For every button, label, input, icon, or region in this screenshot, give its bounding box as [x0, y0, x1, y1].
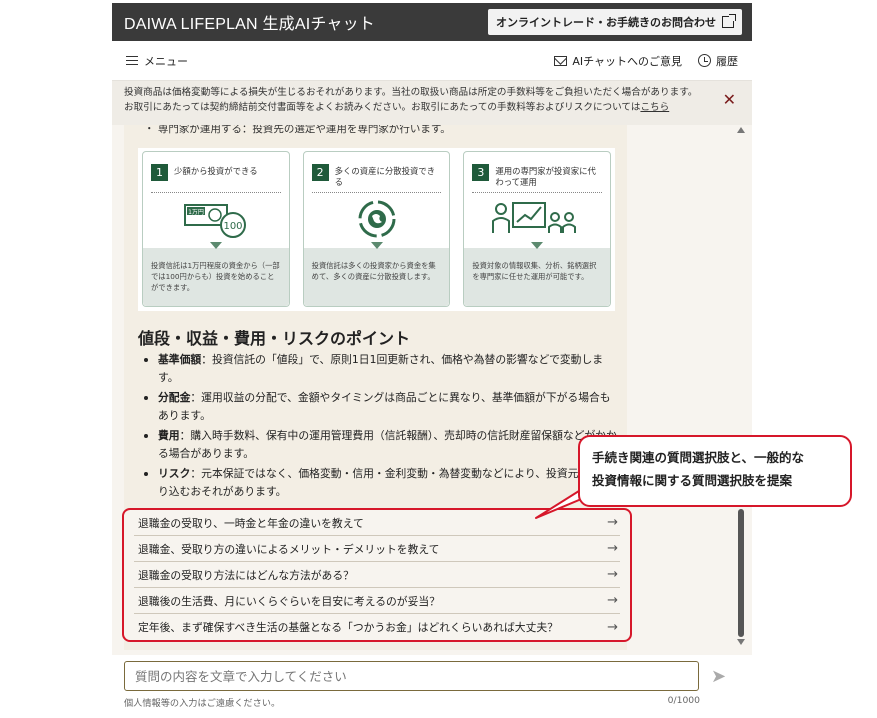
suggested-question[interactable]: 退職金の受取り、一時金と年金の違いを教えて →	[134, 510, 620, 536]
feedback-label: AIチャットへのご意見	[572, 54, 682, 68]
partial-line: ・ 専門家が運用する：投資先の選定や運用を専門家が行います。	[144, 125, 451, 135]
card-description: 投資信託は多くの投資家から資金を集めて、多くの資産に分散投資します。	[303, 242, 450, 306]
card-description: 投資対象の情報収集、分析、銘柄選択を専門家に任せた運用が可能です。	[464, 242, 611, 306]
arrow-right-icon: →	[607, 593, 618, 608]
suggested-questions: 退職金の受取り、一時金と年金の違いを教えて → 退職金、受取り方の違いによるメリッ…	[122, 508, 632, 642]
section-title: 値段・収益・費用・リスクのポイント	[138, 329, 411, 348]
history-label: 履歴	[716, 54, 738, 68]
suggested-question[interactable]: 退職後の生活費、月にいくらぐらいを目安に考えるのが妥当？ →	[134, 588, 620, 614]
money-icon: 1万円 100	[143, 193, 289, 245]
point-term: 基準価額	[158, 353, 202, 366]
send-icon[interactable]: ➤	[711, 666, 726, 687]
feature-cards: 1 少額から投資ができる 1万円 100 投資信託は1万円程度の資金から（一部で…	[138, 148, 615, 311]
history-button[interactable]: 履歴	[698, 53, 738, 69]
feedback-button[interactable]: AIチャットへのご意見	[554, 53, 682, 69]
mail-icon	[554, 55, 568, 66]
online-trade-label: オンライントレード・お手続きのお問合わせ	[496, 16, 716, 29]
scroll-up-icon[interactable]	[737, 127, 745, 133]
scroll-down-icon[interactable]	[737, 639, 745, 645]
notice-line-2: お取引にあたっては契約締結前交付書面等をよくお読みください。お取引にあたっての手…	[124, 102, 641, 113]
point-text: ：投資信託の「値段」で、原則1日1回更新され、価格や為替の影響などで変動します。	[158, 353, 604, 384]
list-item: 基準価額：投資信託の「値段」で、原則1日1回更新され、価格や為替の影響などで変動…	[138, 351, 618, 387]
top-bar: DAIWA LIFEPLAN 生成AIチャット オンライントレード・お手続きのお…	[112, 3, 752, 41]
char-count: 0/1000	[667, 695, 700, 706]
question-text: 退職後の生活費、月にいくらぐらいを目安に考えるのが妥当？	[138, 594, 440, 608]
point-text: ：運用収益の分配で、金額やタイミングは商品ごとに異なり、基準価額が下がる場合もあ…	[158, 391, 611, 422]
card-number: 1	[151, 164, 168, 181]
callout-line-1: 手続き関連の質問選択肢と、一般的な	[592, 450, 805, 465]
arrow-right-icon: →	[607, 541, 618, 556]
suggested-question[interactable]: 退職金、受取り方の違いによるメリット・デメリットを教えて →	[134, 536, 620, 562]
point-term: 分配金	[158, 391, 191, 404]
chat-app: DAIWA LIFEPLAN 生成AIチャット オンライントレード・お手続きのお…	[112, 3, 752, 718]
external-link-icon	[722, 14, 736, 28]
callout-line-2: 投資情報に関する質問選択肢を提案	[592, 473, 793, 488]
card-description: 投資信託は1万円程度の資金から（一部では100円からも）投資を始めることができま…	[143, 242, 289, 306]
point-term: リスク	[158, 467, 191, 480]
card-title: 運用の専門家が投資家に代わって運用	[495, 166, 596, 187]
arrow-right-icon: →	[607, 515, 618, 530]
input-bar: ➤ 個人情報等の入力はご遠慮ください。 0/1000	[112, 655, 752, 718]
close-icon[interactable]: ✕	[723, 92, 736, 108]
input-hint: 個人情報等の入力はご遠慮ください。	[124, 698, 281, 709]
bill-label: 1万円	[188, 209, 204, 216]
notice-link[interactable]: こちら	[640, 102, 669, 113]
point-text: ：元本保証ではなく、価格変動・信用・金利変動・為替変動などにより、投資元本を割り…	[158, 467, 611, 498]
question-text: 退職金、受取り方の違いによるメリット・デメリットを教えて	[138, 542, 440, 556]
point-term: 費用	[158, 429, 180, 442]
globe-diversify-icon	[304, 193, 450, 245]
question-text: 退職金の受取り方法にはどんな方法がある？	[138, 568, 354, 582]
card-title: 少額から投資ができる	[174, 166, 258, 176]
feature-card: 3 運用の専門家が投資家に代わって運用 投資対象の情報収集、分析、銘柄選択を専門…	[463, 151, 612, 307]
annotation-callout: 手続き関連の質問選択肢と、一般的な 投資情報に関する質問選択肢を提案	[578, 435, 852, 507]
expert-team-icon	[464, 193, 610, 245]
app-title: DAIWA LIFEPLAN 生成AIチャット	[124, 16, 376, 33]
scrollbar-thumb[interactable]	[738, 509, 744, 637]
suggested-question[interactable]: 定年後、まず確保すべき生活の基盤となる「つかうお金」はどれくらいあれば大丈夫？ →	[134, 614, 620, 640]
online-trade-button[interactable]: オンライントレード・お手続きのお問合わせ	[488, 9, 742, 35]
point-text: ：購入時手数料、保有中の運用管理費用（信託報酬）、売却時の信託財産留保額などがか…	[158, 429, 617, 460]
question-input[interactable]	[124, 661, 699, 691]
card-number: 2	[311, 164, 329, 181]
feature-card: 2 多くの資産に分散投資できる 投資信託は多くの投資家から資金を集めて、多くの資…	[302, 151, 451, 307]
hamburger-icon	[126, 56, 138, 65]
chat-area: ・ 専門家が運用する：投資先の選定や運用を専門家が行います。 1 少額から投資が…	[112, 125, 752, 655]
list-item: 分配金：運用収益の分配で、金額やタイミングは商品ごとに異なり、基準価額が下がる場…	[138, 389, 618, 425]
notice-line-1: 投資商品は価格変動等による損失が生じるおそれがあります。当社の取扱い商品は所定の…	[124, 87, 698, 98]
menu-label: メニュー	[144, 54, 188, 68]
points-list: 基準価額：投資信託の「値段」で、原則1日1回更新され、価格や為替の影響などで変動…	[138, 351, 618, 503]
menu-button[interactable]: メニュー	[126, 53, 188, 69]
card-number: 3	[472, 164, 490, 181]
sub-bar: メニュー AIチャットへのご意見 履歴	[112, 41, 752, 81]
list-item: 費用：購入時手数料、保有中の運用管理費用（信託報酬）、売却時の信託財産留保額など…	[138, 427, 618, 463]
arrow-right-icon: →	[607, 619, 618, 635]
clock-icon	[698, 54, 711, 67]
arrow-right-icon: →	[607, 567, 618, 582]
question-text: 定年後、まず確保すべき生活の基盤となる「つかうお金」はどれくらいあれば大丈夫？	[138, 621, 558, 634]
suggested-question[interactable]: 退職金の受取り方法にはどんな方法がある？ →	[134, 562, 620, 588]
question-text: 退職金の受取り、一時金と年金の違いを教えて	[138, 516, 364, 530]
feature-card: 1 少額から投資ができる 1万円 100 投資信託は1万円程度の資金から（一部で…	[142, 151, 290, 307]
list-item: リスク：元本保証ではなく、価格変動・信用・金利変動・為替変動などにより、投資元本…	[138, 465, 618, 501]
coin-label: 100	[223, 221, 242, 232]
risk-notice: 投資商品は価格変動等による損失が生じるおそれがあります。当社の取扱い商品は所定の…	[112, 81, 752, 125]
card-title: 多くの資産に分散投資できる	[334, 166, 436, 187]
scrollbar[interactable]	[736, 125, 746, 645]
